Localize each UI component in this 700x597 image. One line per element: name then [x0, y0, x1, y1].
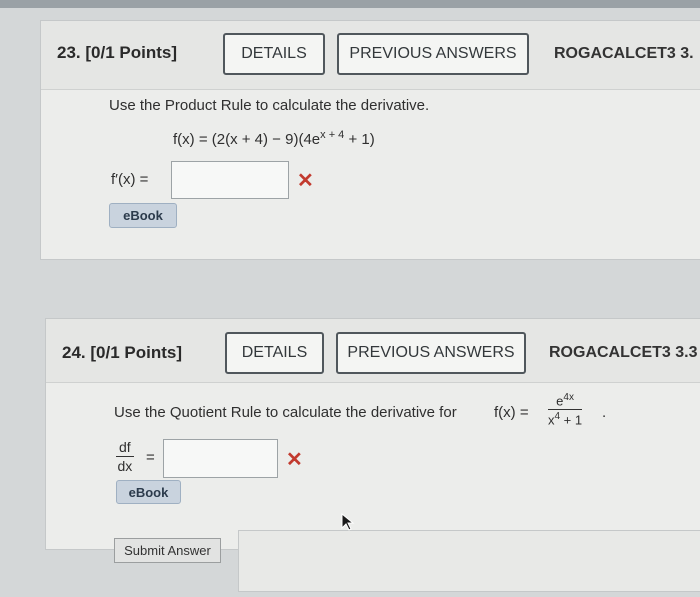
function-fraction: e4x x4 + 1 — [548, 392, 583, 428]
incorrect-icon: ✕ — [297, 170, 314, 192]
previous-answers-button[interactable]: PREVIOUS ANSWERS — [336, 332, 526, 374]
previous-answers-button[interactable]: PREVIOUS ANSWERS — [337, 33, 529, 75]
period: . — [602, 404, 607, 421]
details-button[interactable]: DETAILS — [225, 332, 324, 374]
exponent: x + 4 — [320, 129, 345, 141]
question-prompt: Use the Product Rule to calculate the de… — [109, 97, 430, 114]
answer-input[interactable] — [163, 439, 278, 478]
function-right: + 1) — [344, 131, 375, 148]
question-24-header: 24. [0/1 Points] DETAILS PREVIOUS ANSWER… — [46, 319, 700, 383]
answer-label: f′(x) = — [111, 171, 149, 188]
ebook-button[interactable]: eBook — [109, 203, 177, 228]
derivative-label: df dx — [116, 439, 134, 474]
question-23-card: 23. [0/1 Points] DETAILS PREVIOUS ANSWER… — [40, 20, 700, 260]
function-left: f(x) = (2(x + 4) − 9)(4e — [173, 131, 321, 148]
answer-input[interactable] — [171, 161, 289, 199]
equals-sign: = — [146, 449, 155, 466]
fraction-numerator: e4x — [548, 392, 583, 411]
function-label: f(x) = — [494, 404, 529, 421]
course-code: ROGACALCET3 3.3 — [549, 344, 698, 361]
mouse-cursor-icon — [341, 513, 355, 531]
submit-panel — [238, 530, 700, 592]
question-prompt: Use the Quotient Rule to calculate the d… — [114, 404, 457, 421]
fraction-denominator: x4 + 1 — [548, 411, 583, 428]
question-23-header: 23. [0/1 Points] DETAILS PREVIOUS ANSWER… — [41, 21, 700, 90]
incorrect-icon: ✕ — [286, 449, 303, 471]
question-24-card: 24. [0/1 Points] DETAILS PREVIOUS ANSWER… — [45, 318, 700, 550]
ebook-button[interactable]: eBook — [116, 480, 181, 504]
question-number: 24. [0/1 Points] — [62, 343, 182, 362]
top-toolbar-strip — [0, 0, 700, 8]
function-expression: f(x) = (2(x + 4) − 9)(4ex + 4 + 1) — [173, 129, 375, 148]
details-button[interactable]: DETAILS — [223, 33, 325, 75]
question-number: 23. [0/1 Points] — [57, 43, 177, 62]
submit-answer-button[interactable]: Submit Answer — [114, 538, 221, 563]
course-code: ROGACALCET3 3. — [554, 45, 694, 62]
